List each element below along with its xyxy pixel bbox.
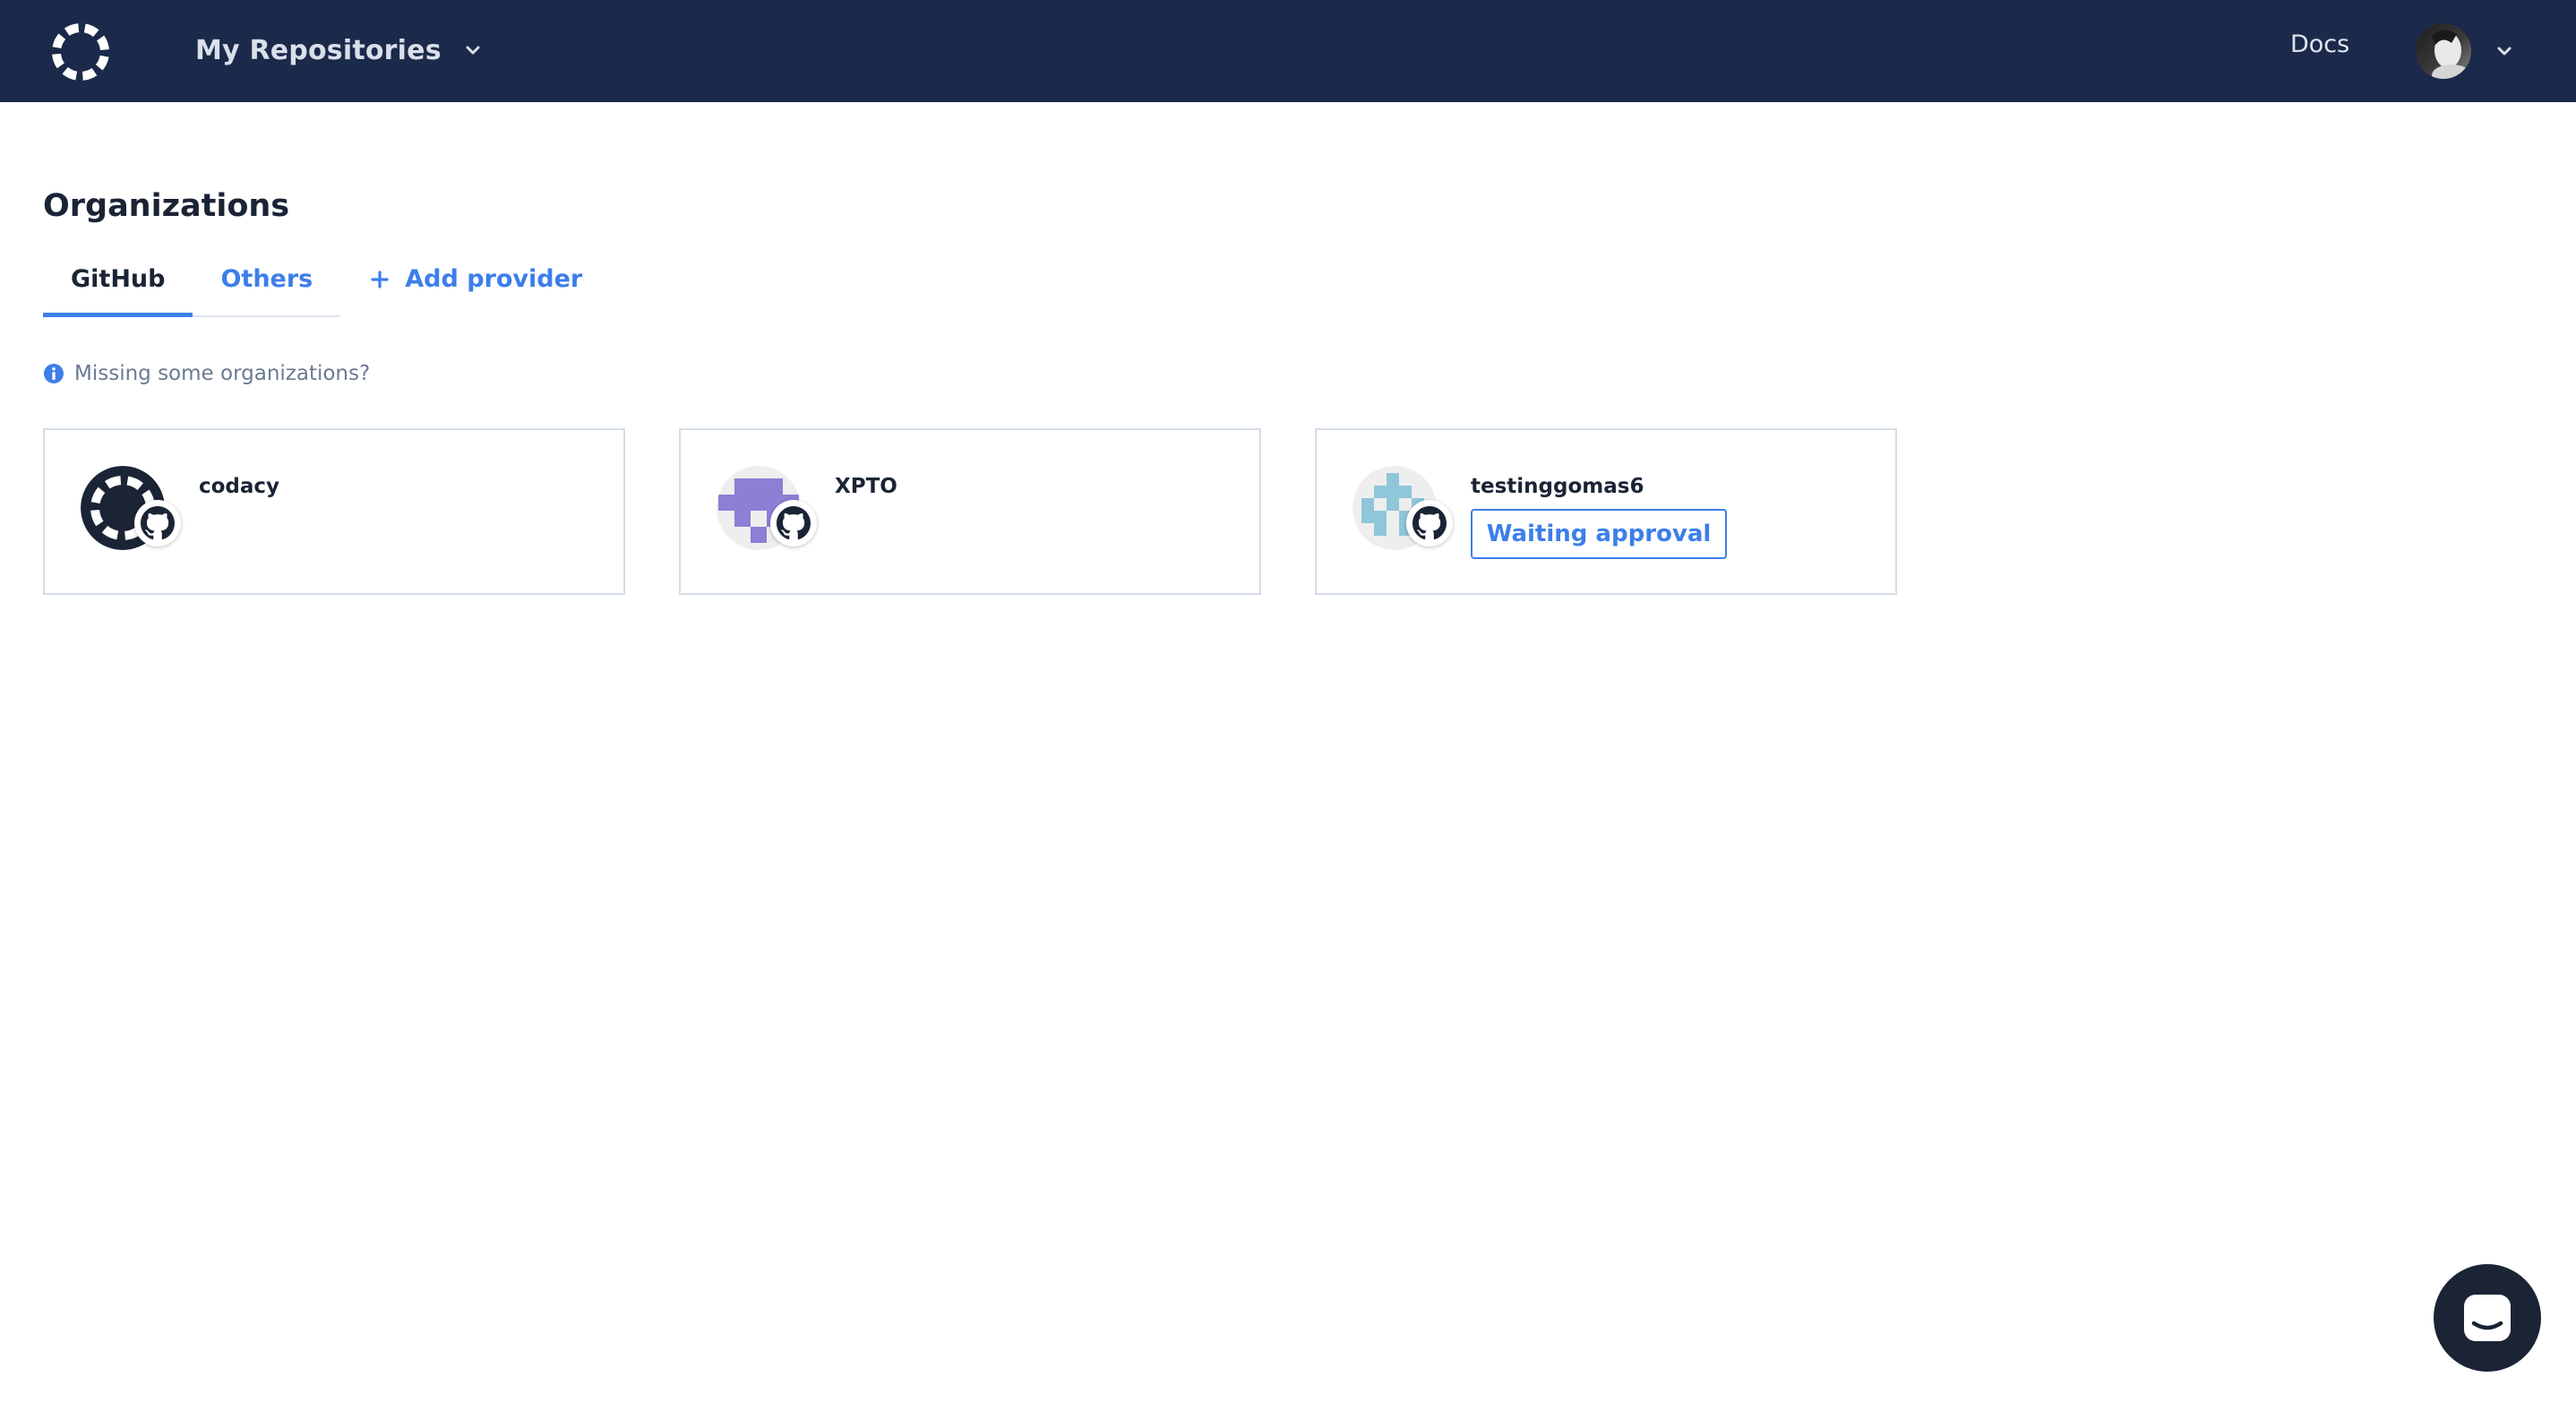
github-badge <box>1406 500 1453 547</box>
chevron-down-icon <box>2497 47 2512 56</box>
organization-name: XPTO <box>835 475 897 498</box>
repositories-dropdown-label: My Repositories <box>195 34 442 66</box>
codacy-logo-icon[interactable] <box>47 18 115 86</box>
organization-card-xpto[interactable]: XPTO <box>679 428 1261 595</box>
chat-icon <box>2464 1295 2511 1341</box>
top-navigation-bar: My Repositories Docs <box>0 0 2576 102</box>
user-avatar[interactable] <box>2416 23 2471 79</box>
github-badge <box>770 500 817 547</box>
organization-name: testinggomas6 <box>1471 475 1644 498</box>
docs-link[interactable]: Docs <box>2290 30 2349 58</box>
missing-organizations-link[interactable]: Missing some organizations? <box>43 362 370 385</box>
user-menu[interactable] <box>2416 22 2514 80</box>
github-icon <box>777 506 811 540</box>
chat-launcher-button[interactable] <box>2434 1264 2541 1372</box>
page-title: Organizations <box>43 188 290 224</box>
github-icon <box>1413 506 1447 540</box>
missing-organizations-text: Missing some organizations? <box>74 362 371 385</box>
organization-name: codacy <box>199 475 280 498</box>
tab-others[interactable]: Others <box>193 254 340 315</box>
chevron-down-icon <box>466 46 480 55</box>
github-badge <box>134 500 181 547</box>
organization-card-codacy[interactable]: codacy <box>43 428 625 595</box>
provider-tab-group: GitHub Others <box>43 254 341 317</box>
waiting-approval-button[interactable]: Waiting approval <box>1471 509 1727 559</box>
info-icon <box>44 364 64 383</box>
repositories-dropdown[interactable]: My Repositories <box>195 27 483 73</box>
add-provider-label: Add provider <box>405 265 583 293</box>
provider-tabs: GitHub Others Add provider <box>43 254 582 317</box>
plus-icon <box>371 270 389 288</box>
tab-github[interactable]: GitHub <box>43 254 193 317</box>
organization-card-testinggomas6[interactable]: testinggomas6 Waiting approval <box>1315 428 1897 595</box>
github-icon <box>141 506 175 540</box>
add-provider-button[interactable]: Add provider <box>371 254 582 293</box>
